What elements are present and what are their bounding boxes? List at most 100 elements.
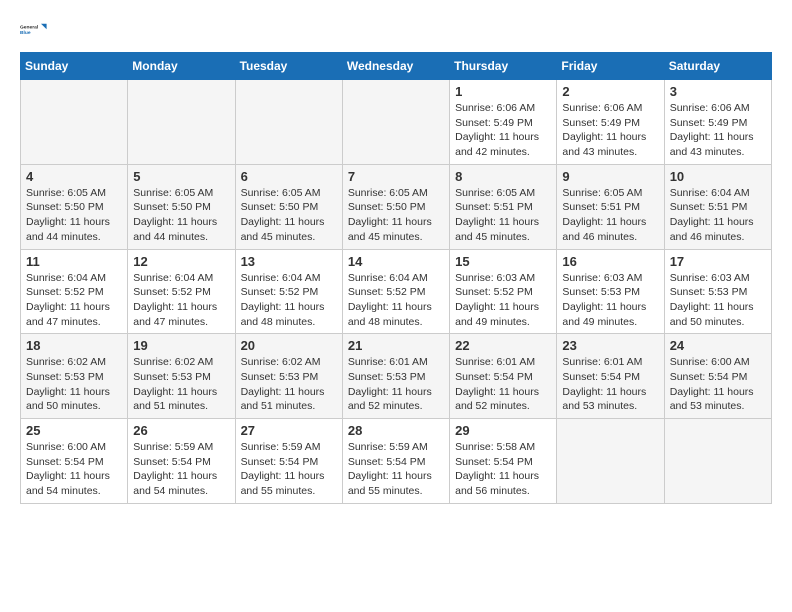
day-number: 6	[241, 169, 337, 184]
column-header-wednesday: Wednesday	[342, 53, 449, 80]
day-info: Sunrise: 5:59 AM Sunset: 5:54 PM Dayligh…	[241, 440, 337, 499]
day-info: Sunrise: 6:04 AM Sunset: 5:52 PM Dayligh…	[348, 271, 444, 330]
calendar-cell: 25 Sunrise: 6:00 AM Sunset: 5:54 PM Dayli…	[21, 419, 128, 504]
day-number: 26	[133, 423, 229, 438]
day-info: Sunrise: 6:01 AM Sunset: 5:54 PM Dayligh…	[455, 355, 551, 414]
calendar-cell: 27 Sunrise: 5:59 AM Sunset: 5:54 PM Dayli…	[235, 419, 342, 504]
day-number: 12	[133, 254, 229, 269]
day-number: 19	[133, 338, 229, 353]
calendar-cell	[128, 80, 235, 165]
header-row: SundayMondayTuesdayWednesdayThursdayFrid…	[21, 53, 772, 80]
day-number: 16	[562, 254, 658, 269]
day-info: Sunrise: 6:01 AM Sunset: 5:54 PM Dayligh…	[562, 355, 658, 414]
day-info: Sunrise: 5:59 AM Sunset: 5:54 PM Dayligh…	[133, 440, 229, 499]
calendar-cell	[235, 80, 342, 165]
calendar-cell: 1 Sunrise: 6:06 AM Sunset: 5:49 PM Daylig…	[450, 80, 557, 165]
calendar-cell: 13 Sunrise: 6:04 AM Sunset: 5:52 PM Dayli…	[235, 249, 342, 334]
day-info: Sunrise: 6:05 AM Sunset: 5:50 PM Dayligh…	[133, 186, 229, 245]
calendar-cell: 19Sunrise: 6:02 AM Sunset: 5:53 PM Dayli…	[128, 334, 235, 419]
calendar-cell: 16 Sunrise: 6:03 AM Sunset: 5:53 PM Dayli…	[557, 249, 664, 334]
week-row-4: 18 Sunrise: 6:02 AM Sunset: 5:53 PM Dayli…	[21, 334, 772, 419]
day-number: 23	[562, 338, 658, 353]
calendar-cell	[342, 80, 449, 165]
day-number: 15	[455, 254, 551, 269]
day-number: 7	[348, 169, 444, 184]
calendar-cell: 6 Sunrise: 6:05 AM Sunset: 5:50 PM Daylig…	[235, 164, 342, 249]
day-info: Sunrise: 6:03 AM Sunset: 5:52 PM Dayligh…	[455, 271, 551, 330]
svg-text:Blue: Blue	[20, 30, 31, 36]
calendar-cell: 14Sunrise: 6:04 AM Sunset: 5:52 PM Dayli…	[342, 249, 449, 334]
calendar-cell: 18 Sunrise: 6:02 AM Sunset: 5:53 PM Dayli…	[21, 334, 128, 419]
day-info: Sunrise: 6:04 AM Sunset: 5:52 PM Dayligh…	[241, 271, 337, 330]
calendar-cell: 12 Sunrise: 6:04 AM Sunset: 5:52 PM Dayli…	[128, 249, 235, 334]
day-number: 22	[455, 338, 551, 353]
week-row-3: 11Sunrise: 6:04 AM Sunset: 5:52 PM Dayli…	[21, 249, 772, 334]
day-number: 1	[455, 84, 551, 99]
calendar-cell: 11Sunrise: 6:04 AM Sunset: 5:52 PM Dayli…	[21, 249, 128, 334]
calendar-cell	[664, 419, 771, 504]
calendar-cell: 28 Sunrise: 5:59 AM Sunset: 5:54 PM Dayli…	[342, 419, 449, 504]
day-number: 3	[670, 84, 766, 99]
day-number: 9	[562, 169, 658, 184]
day-info: Sunrise: 5:58 AM Sunset: 5:54 PM Dayligh…	[455, 440, 551, 499]
day-number: 24	[670, 338, 766, 353]
logo: GeneralBlue	[20, 16, 48, 44]
logo-icon: GeneralBlue	[20, 16, 48, 44]
day-info: Sunrise: 6:03 AM Sunset: 5:53 PM Dayligh…	[562, 271, 658, 330]
calendar-cell: 3 Sunrise: 6:06 AM Sunset: 5:49 PM Daylig…	[664, 80, 771, 165]
day-info: Sunrise: 6:06 AM Sunset: 5:49 PM Dayligh…	[455, 101, 551, 160]
day-info: Sunrise: 6:00 AM Sunset: 5:54 PM Dayligh…	[26, 440, 122, 499]
day-info: Sunrise: 6:04 AM Sunset: 5:52 PM Dayligh…	[26, 271, 122, 330]
column-header-sunday: Sunday	[21, 53, 128, 80]
calendar-cell: 8Sunrise: 6:05 AM Sunset: 5:51 PM Daylig…	[450, 164, 557, 249]
day-info: Sunrise: 6:06 AM Sunset: 5:49 PM Dayligh…	[670, 101, 766, 160]
week-row-5: 25 Sunrise: 6:00 AM Sunset: 5:54 PM Dayli…	[21, 419, 772, 504]
day-number: 8	[455, 169, 551, 184]
column-header-monday: Monday	[128, 53, 235, 80]
calendar-cell: 15 Sunrise: 6:03 AM Sunset: 5:52 PM Dayli…	[450, 249, 557, 334]
day-number: 18	[26, 338, 122, 353]
day-info: Sunrise: 6:02 AM Sunset: 5:53 PM Dayligh…	[26, 355, 122, 414]
day-number: 10	[670, 169, 766, 184]
day-info: Sunrise: 6:00 AM Sunset: 5:54 PM Dayligh…	[670, 355, 766, 414]
calendar-cell: 20 Sunrise: 6:02 AM Sunset: 5:53 PM Dayli…	[235, 334, 342, 419]
calendar-cell: 22 Sunrise: 6:01 AM Sunset: 5:54 PM Dayli…	[450, 334, 557, 419]
column-header-tuesday: Tuesday	[235, 53, 342, 80]
day-info: Sunrise: 6:01 AM Sunset: 5:53 PM Dayligh…	[348, 355, 444, 414]
calendar-cell: 5 Sunrise: 6:05 AM Sunset: 5:50 PM Daylig…	[128, 164, 235, 249]
day-number: 13	[241, 254, 337, 269]
week-row-2: 4 Sunrise: 6:05 AM Sunset: 5:50 PM Daylig…	[21, 164, 772, 249]
calendar-cell: 17Sunrise: 6:03 AM Sunset: 5:53 PM Dayli…	[664, 249, 771, 334]
calendar-table: SundayMondayTuesdayWednesdayThursdayFrid…	[20, 52, 772, 504]
day-info: Sunrise: 6:02 AM Sunset: 5:53 PM Dayligh…	[241, 355, 337, 414]
day-number: 20	[241, 338, 337, 353]
calendar-cell: 9 Sunrise: 6:05 AM Sunset: 5:51 PM Daylig…	[557, 164, 664, 249]
calendar-cell: 26 Sunrise: 5:59 AM Sunset: 5:54 PM Dayli…	[128, 419, 235, 504]
day-number: 5	[133, 169, 229, 184]
calendar-cell: 4Sunrise: 6:05 AM Sunset: 5:50 PM Daylig…	[21, 164, 128, 249]
calendar-cell	[21, 80, 128, 165]
week-row-1: 1 Sunrise: 6:06 AM Sunset: 5:49 PM Daylig…	[21, 80, 772, 165]
day-info: Sunrise: 6:04 AM Sunset: 5:52 PM Dayligh…	[133, 271, 229, 330]
day-number: 25	[26, 423, 122, 438]
calendar-cell	[557, 419, 664, 504]
day-number: 29	[455, 423, 551, 438]
day-info: Sunrise: 6:04 AM Sunset: 5:51 PM Dayligh…	[670, 186, 766, 245]
day-info: Sunrise: 5:59 AM Sunset: 5:54 PM Dayligh…	[348, 440, 444, 499]
day-number: 27	[241, 423, 337, 438]
column-header-thursday: Thursday	[450, 53, 557, 80]
day-info: Sunrise: 6:05 AM Sunset: 5:50 PM Dayligh…	[348, 186, 444, 245]
calendar-cell: 21Sunrise: 6:01 AM Sunset: 5:53 PM Dayli…	[342, 334, 449, 419]
day-number: 28	[348, 423, 444, 438]
day-info: Sunrise: 6:03 AM Sunset: 5:53 PM Dayligh…	[670, 271, 766, 330]
day-number: 4	[26, 169, 122, 184]
column-header-saturday: Saturday	[664, 53, 771, 80]
day-info: Sunrise: 6:05 AM Sunset: 5:50 PM Dayligh…	[241, 186, 337, 245]
calendar-cell: 7 Sunrise: 6:05 AM Sunset: 5:50 PM Daylig…	[342, 164, 449, 249]
column-header-friday: Friday	[557, 53, 664, 80]
calendar-cell: 23 Sunrise: 6:01 AM Sunset: 5:54 PM Dayli…	[557, 334, 664, 419]
calendar-cell: 29 Sunrise: 5:58 AM Sunset: 5:54 PM Dayli…	[450, 419, 557, 504]
day-info: Sunrise: 6:06 AM Sunset: 5:49 PM Dayligh…	[562, 101, 658, 160]
svg-text:General: General	[20, 25, 39, 31]
day-info: Sunrise: 6:05 AM Sunset: 5:51 PM Dayligh…	[562, 186, 658, 245]
